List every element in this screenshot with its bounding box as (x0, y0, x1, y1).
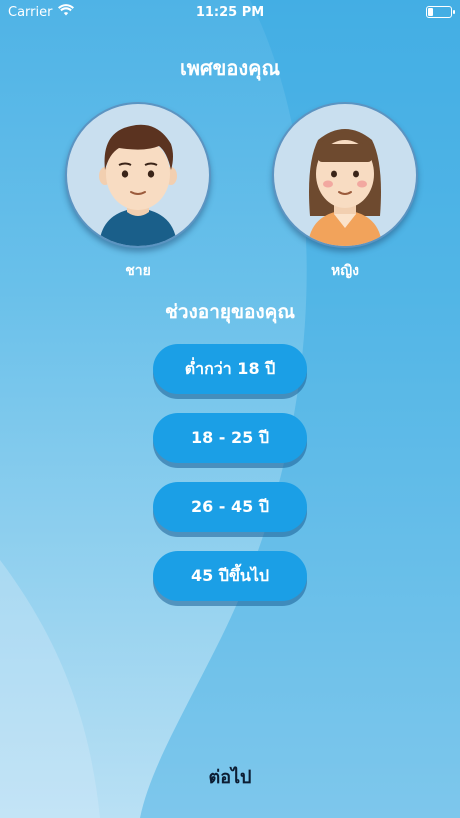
age-18-25-button[interactable]: 18 - 25 ปี (153, 413, 307, 463)
female-label: หญิง (331, 263, 359, 279)
male-label: ชาย (125, 263, 151, 279)
female-avatar-icon (308, 129, 382, 246)
age-title: ช่วงอายุของคุณ (164, 301, 296, 323)
status-bar: Carrier 11:25 PM (0, 0, 460, 24)
female-option[interactable] (272, 102, 418, 248)
age-under-18-button[interactable]: ต่ำกว่า 18 ปี (153, 344, 307, 394)
age-over-45-button[interactable]: 45 ปีขึ้นไป (153, 551, 307, 601)
battery-icon (426, 6, 455, 18)
age-26-45-button[interactable]: 26 - 45 ปี (153, 482, 307, 532)
next-button[interactable]: ต่อไป (0, 762, 460, 791)
status-time: 11:25 PM (195, 4, 265, 20)
male-avatar-icon (99, 124, 177, 246)
male-option[interactable] (65, 102, 211, 248)
gender-title: เพศของคุณ (179, 56, 281, 80)
